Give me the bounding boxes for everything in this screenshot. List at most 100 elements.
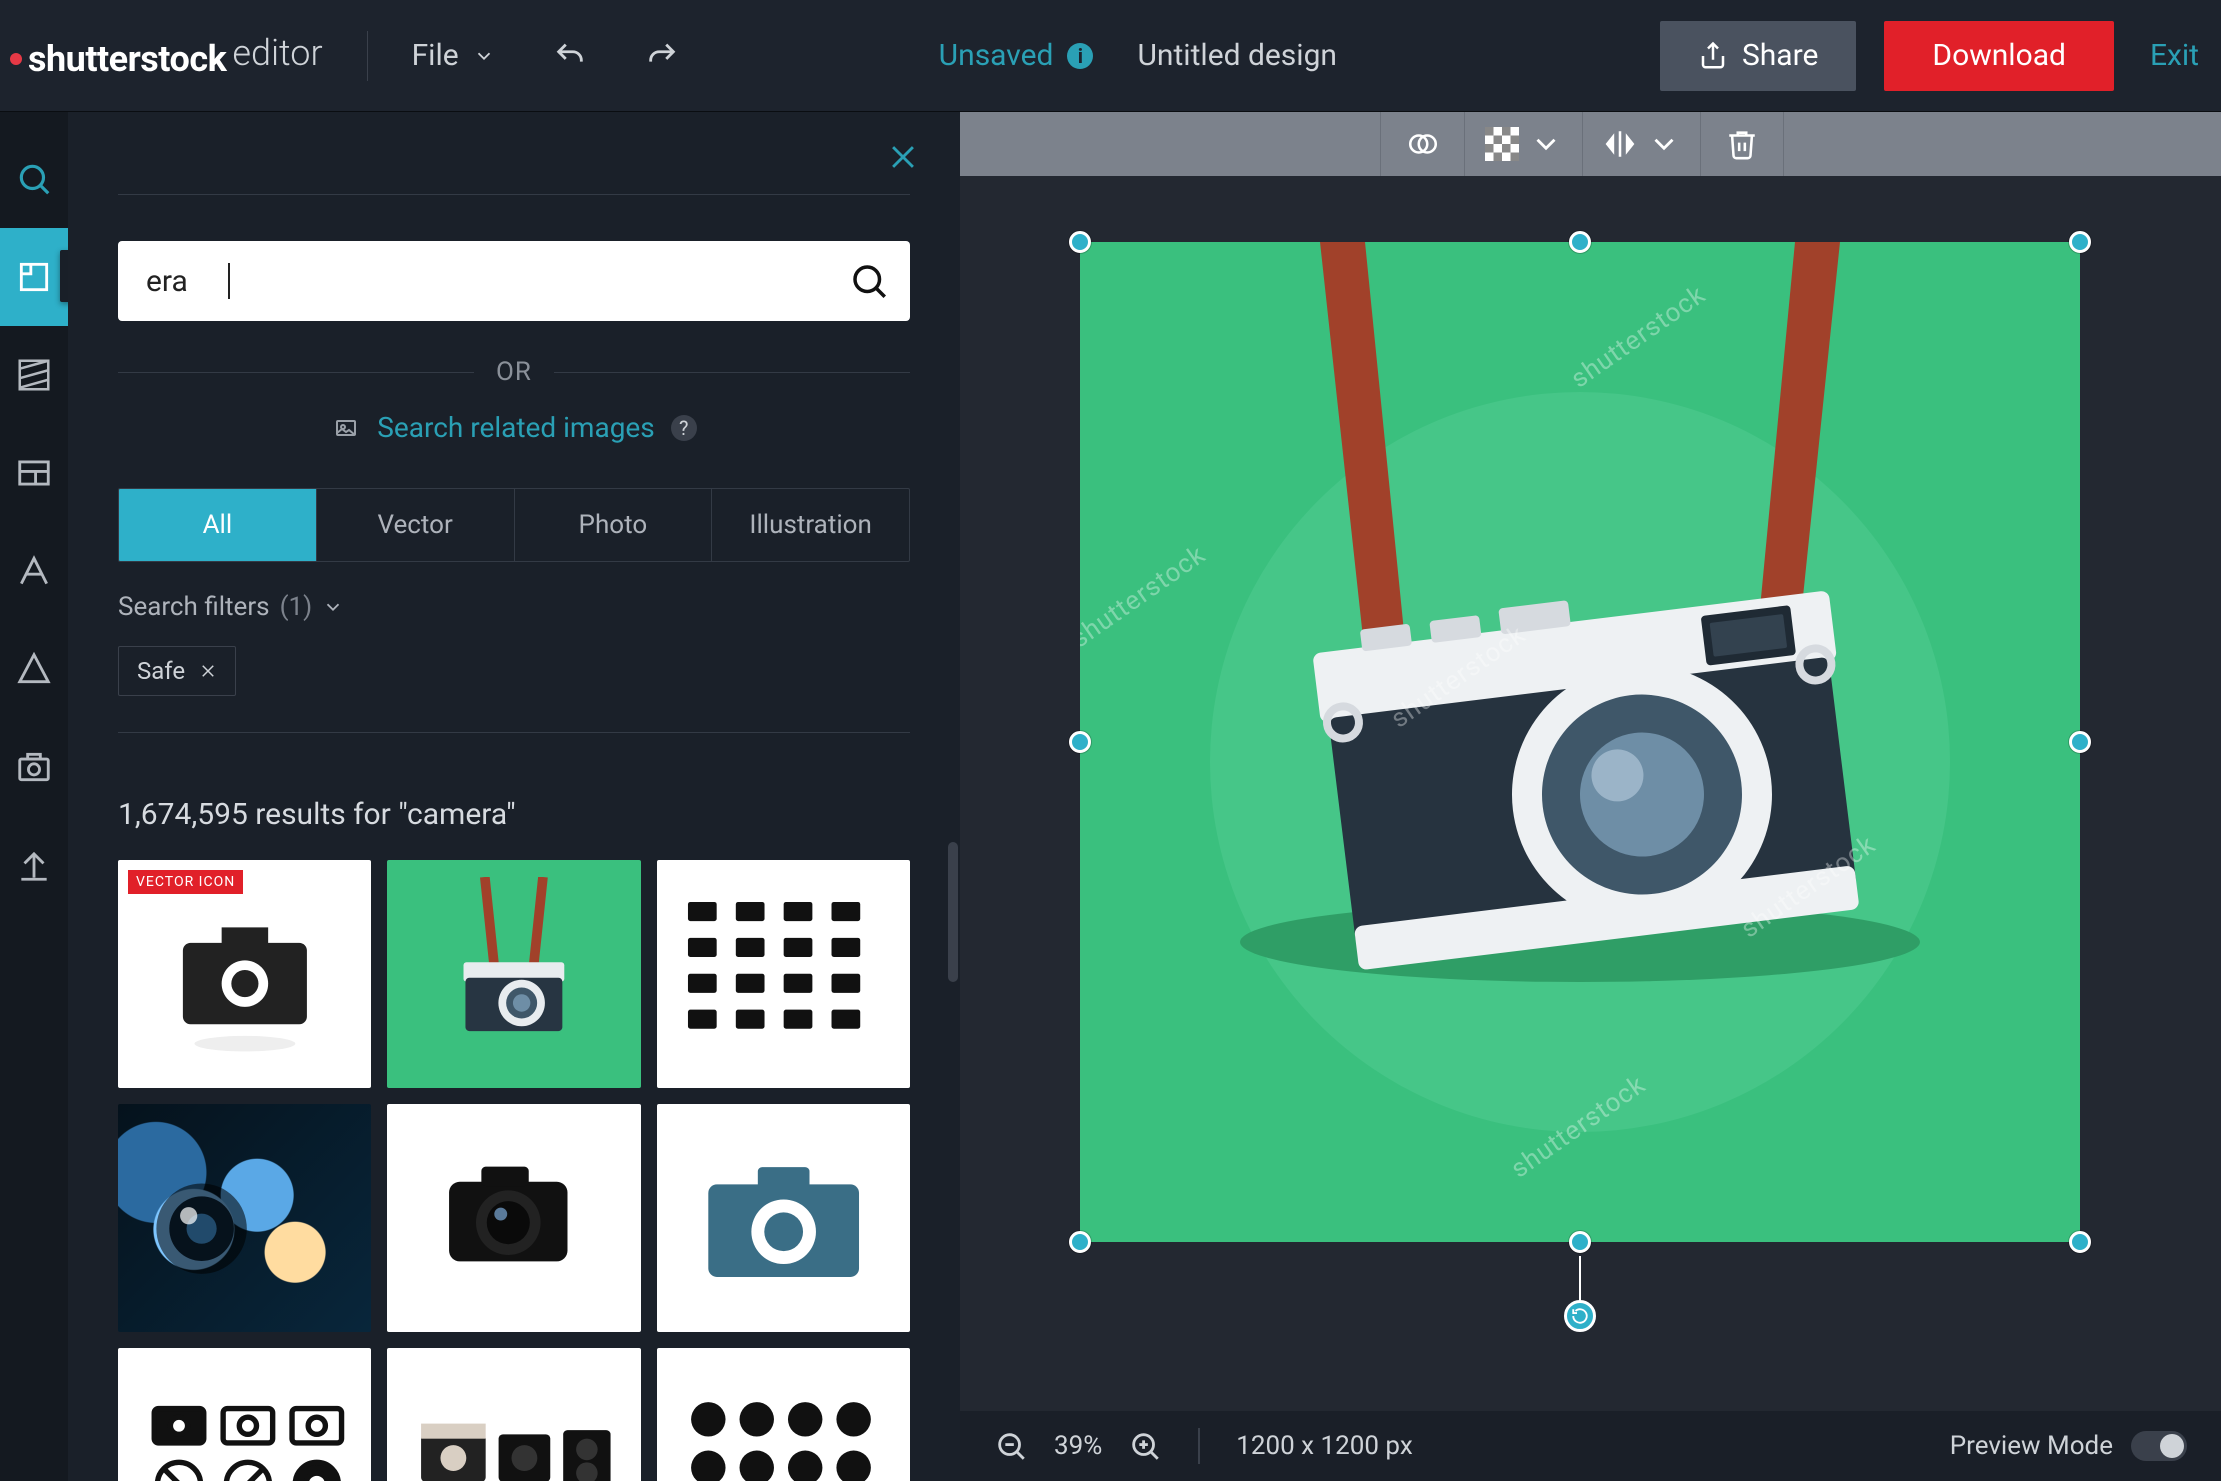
separator xyxy=(367,31,368,81)
search-related-link[interactable]: Search related images ? xyxy=(118,411,910,444)
dslr-photo-icon xyxy=(406,1143,621,1294)
canvas[interactable]: shutterstock shutterstock shutterstock s… xyxy=(1080,242,2080,1242)
selected-image[interactable]: shutterstock shutterstock shutterstock s… xyxy=(1080,242,2080,1242)
result-thumb[interactable] xyxy=(657,1348,910,1481)
save-status[interactable]: Unsaved i xyxy=(939,38,1094,73)
rail-layouts[interactable] xyxy=(0,424,68,522)
redo-icon[interactable] xyxy=(645,39,679,73)
chip-label: Safe xyxy=(137,657,185,685)
preview-mode-toggle[interactable] xyxy=(2131,1431,2187,1461)
info-icon: i xyxy=(1067,43,1093,69)
flip-tool[interactable] xyxy=(1582,112,1700,176)
help-icon[interactable]: ? xyxy=(671,415,697,441)
result-thumb[interactable] xyxy=(387,1348,640,1481)
opacity-icon xyxy=(1406,127,1440,161)
rail-preset-sizes[interactable] xyxy=(0,228,68,326)
toggle-knob xyxy=(2160,1434,2184,1458)
zoom-out-icon[interactable] xyxy=(994,1429,1028,1463)
chevron-down-icon xyxy=(1529,127,1563,161)
resize-handle-tr[interactable] xyxy=(2069,231,2091,253)
rail-shapes[interactable] xyxy=(0,620,68,718)
tab-photo[interactable]: Photo xyxy=(515,489,713,561)
resize-handle-tl[interactable] xyxy=(1069,231,1091,253)
upload-icon xyxy=(15,846,53,884)
zoom-percent[interactable]: 39% xyxy=(1054,1431,1102,1461)
rail-backgrounds[interactable] xyxy=(0,326,68,424)
results-grid: VECTOR ICON xyxy=(118,860,910,1481)
result-thumb[interactable] xyxy=(387,860,640,1088)
close-icon[interactable] xyxy=(886,140,920,174)
resize-handle-top[interactable] xyxy=(1569,231,1591,253)
undo-icon[interactable] xyxy=(553,39,587,73)
tab-all[interactable]: All xyxy=(119,489,317,561)
tool-rail xyxy=(0,112,68,1481)
share-icon xyxy=(1698,41,1728,71)
lens-photo-icon xyxy=(137,1121,352,1315)
camera-glyph-icon xyxy=(148,877,342,1071)
result-thumb[interactable] xyxy=(118,1104,371,1332)
rotate-icon xyxy=(1571,1307,1589,1325)
download-button[interactable]: Download xyxy=(1884,21,2114,91)
camera-illustration xyxy=(1080,242,2080,1242)
resize-handle-right[interactable] xyxy=(2069,731,2091,753)
preview-mode-label: Preview Mode xyxy=(1950,1431,2113,1461)
resize-handle-bottom[interactable] xyxy=(1569,1231,1591,1253)
brand-name: shutterstock xyxy=(28,38,226,80)
filter-chips: Safe xyxy=(118,646,910,696)
share-button[interactable]: Share xyxy=(1660,21,1856,91)
exit-link[interactable]: Exit xyxy=(2150,38,2199,73)
trash-icon xyxy=(1725,127,1759,161)
brand-product: editor xyxy=(232,32,322,74)
share-button-label: Share xyxy=(1742,38,1818,73)
result-thumb[interactable] xyxy=(657,860,910,1088)
result-thumb[interactable]: VECTOR ICON xyxy=(118,860,371,1088)
delete-tool[interactable] xyxy=(1700,112,1784,176)
divider xyxy=(118,732,910,733)
or-divider: OR xyxy=(118,357,910,387)
divider xyxy=(118,194,910,195)
opacity-tool[interactable] xyxy=(1380,112,1464,176)
camera-line-icons-icon xyxy=(137,1387,352,1481)
pattern-icon xyxy=(15,356,53,394)
zoom-in-icon[interactable] xyxy=(1128,1429,1162,1463)
rail-my-images[interactable] xyxy=(0,718,68,816)
panel-scrollbar[interactable] xyxy=(948,842,958,982)
or-label: OR xyxy=(496,357,532,387)
chevron-down-icon xyxy=(473,45,495,67)
search-input[interactable] xyxy=(118,241,910,321)
rail-search[interactable] xyxy=(0,130,68,228)
search-filters-toggle[interactable]: Search filters (1) xyxy=(118,592,910,622)
status-bar: 39% 1200 x 1200 px Preview Mode xyxy=(960,1411,2221,1481)
result-thumb[interactable] xyxy=(118,1348,371,1481)
rotation-handle[interactable] xyxy=(1564,1300,1596,1332)
canvas-size-icon xyxy=(15,258,53,296)
document-title[interactable]: Untitled design xyxy=(1137,38,1337,73)
resize-handle-bl[interactable] xyxy=(1069,1231,1091,1253)
canvas-dimensions: 1200 x 1200 px xyxy=(1236,1431,1412,1461)
image-icon xyxy=(331,416,361,440)
type-tabs: All Vector Photo Illustration xyxy=(118,488,910,562)
result-thumb[interactable] xyxy=(387,1104,640,1332)
camera-icon xyxy=(15,748,53,786)
search-submit-icon[interactable] xyxy=(848,260,890,302)
shapes-icon xyxy=(15,650,53,688)
rail-text[interactable] xyxy=(0,522,68,620)
result-thumb[interactable] xyxy=(657,1104,910,1332)
transparency-tool[interactable] xyxy=(1464,112,1582,176)
tab-vector[interactable]: Vector xyxy=(317,489,515,561)
rail-upload[interactable] xyxy=(0,816,68,914)
file-menu[interactable]: File xyxy=(412,38,495,73)
layout-icon xyxy=(15,454,53,492)
retro-cameras-icon xyxy=(406,1387,621,1481)
results-heading: 1,674,595 results for "camera" xyxy=(118,797,910,832)
chip-safe[interactable]: Safe xyxy=(118,646,236,696)
resize-handle-br[interactable] xyxy=(2069,1231,2091,1253)
camera-flat-icon xyxy=(676,1137,891,1298)
tab-illustration[interactable]: Illustration xyxy=(712,489,909,561)
brand-dot-icon xyxy=(10,53,22,65)
search-panel: OR Search related images ? All Vector Ph… xyxy=(68,112,960,1481)
remove-icon[interactable] xyxy=(199,662,217,680)
resize-handle-left[interactable] xyxy=(1069,731,1091,753)
aperture-icons-icon xyxy=(676,1387,891,1481)
vector-badge: VECTOR ICON xyxy=(128,870,243,894)
